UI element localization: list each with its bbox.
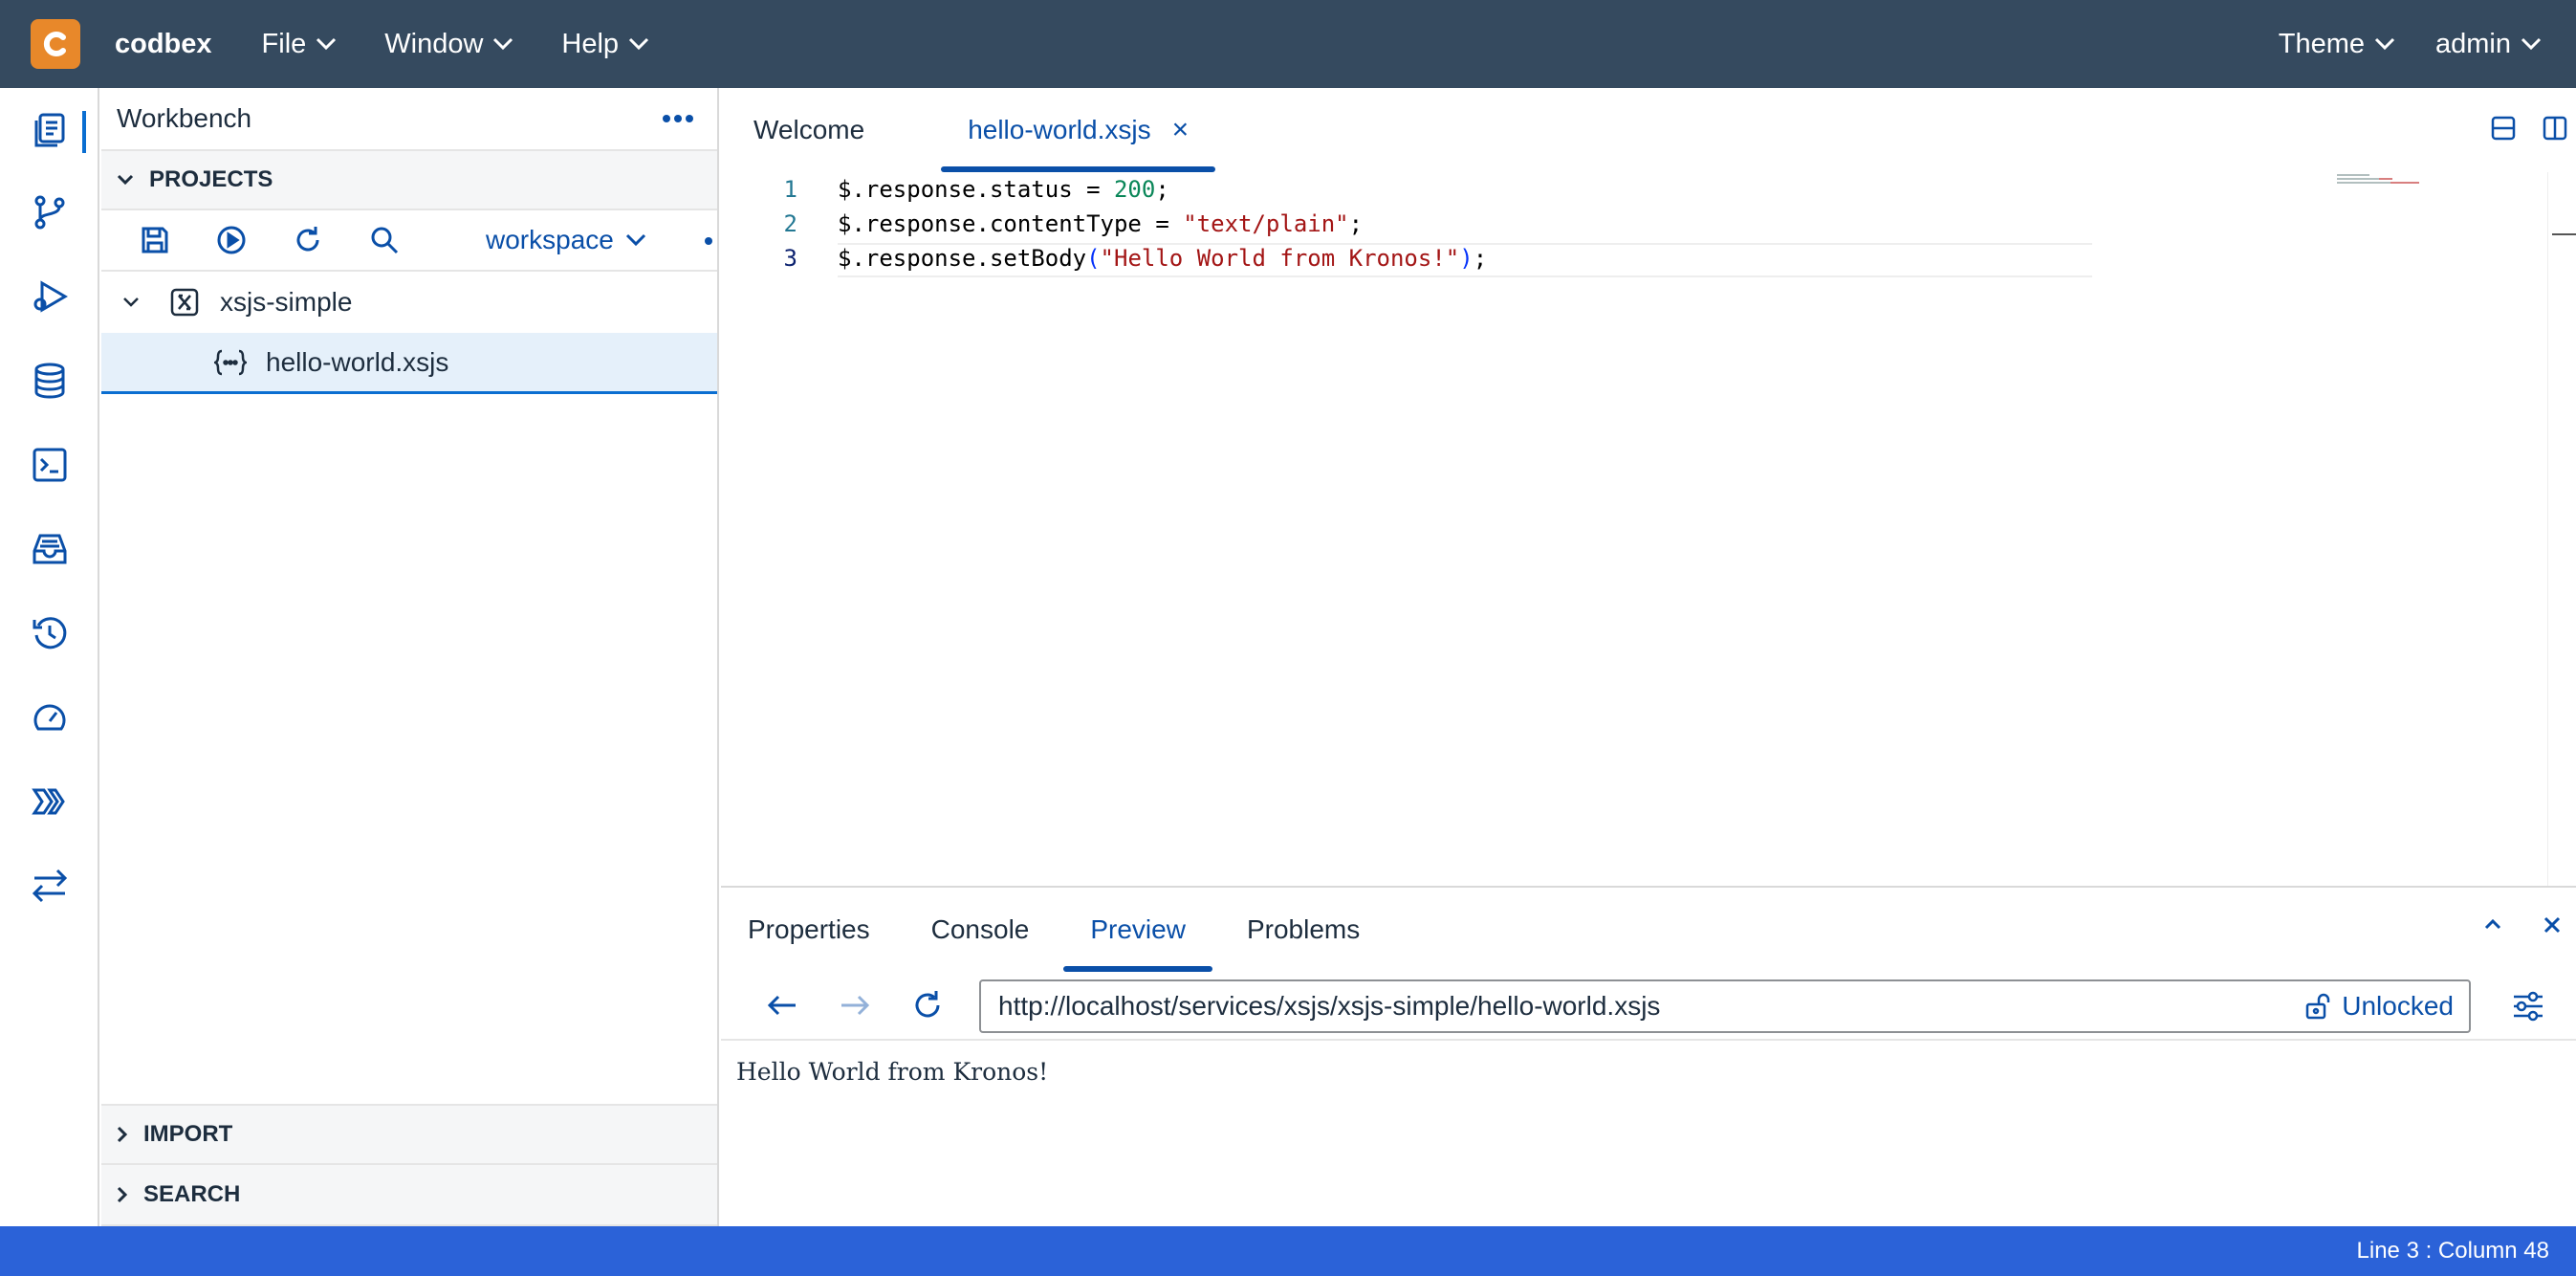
forward-button[interactable] — [828, 979, 882, 1032]
explorer-icon[interactable] — [0, 92, 99, 168]
arrow-right-icon — [841, 995, 870, 1016]
scroll-cursor-marker — [2552, 233, 2576, 235]
code-line[interactable]: $.response.status = 200; — [838, 176, 1169, 203]
bottom-tab-bar: Properties Console Preview Problems — [721, 888, 2576, 972]
refresh-button[interactable] — [281, 213, 335, 267]
minimap[interactable] — [2333, 172, 2429, 186]
menu-file[interactable]: File — [262, 29, 338, 60]
search-section-header[interactable]: SEARCH — [101, 1165, 717, 1226]
import-section-header[interactable]: IMPORT — [101, 1104, 717, 1165]
code-file-icon — [214, 349, 247, 376]
debug-icon[interactable] — [0, 258, 99, 335]
tab-console[interactable]: Console — [905, 888, 1057, 972]
unlock-icon — [2306, 993, 2330, 1020]
editor-scrollbar[interactable] — [2547, 172, 2576, 886]
refresh-icon — [915, 991, 940, 1018]
editor-tab-bar: Welcome hello-world.xsjs × — [721, 88, 2576, 172]
arrow-left-icon — [767, 995, 796, 1016]
chevron-down-icon — [317, 37, 337, 51]
chevron-down-icon — [117, 174, 134, 186]
codbex-logo-icon[interactable] — [31, 19, 80, 69]
terminal-icon[interactable] — [0, 427, 99, 503]
cursor-position: Line 3 : Column 48 — [2356, 1238, 2549, 1264]
workbench-title: Workbench — [117, 103, 252, 133]
url-input[interactable]: http://localhost/services/xsjs/xsjs-simp… — [979, 979, 2471, 1033]
gauge-icon[interactable] — [0, 679, 99, 756]
status-bar: Line 3 : Column 48 — [0, 1226, 2576, 1276]
code-line[interactable]: $.response.setBody("Hello World from Kro… — [838, 245, 1487, 272]
bottom-panel-controls — [2482, 914, 2563, 935]
workbench-header: Workbench — [101, 88, 717, 149]
sliders-icon — [2514, 991, 2543, 1022]
topbar-right: Theme admin — [2238, 29, 2542, 60]
back-button[interactable] — [755, 979, 809, 1032]
top-bar: codbex File Window Help Theme admin — [0, 0, 2576, 88]
close-tab-icon[interactable]: × — [1172, 114, 1190, 146]
chevron-right-icon — [117, 1126, 128, 1143]
side-bottom-sections: IMPORT SEARCH — [101, 1104, 717, 1226]
preview-output: Hello World from Kronos! — [736, 1058, 1049, 1086]
tab-properties[interactable]: Properties — [721, 888, 897, 972]
tree-item-project[interactable]: xsjs-simple — [101, 272, 717, 333]
user-menu[interactable]: admin — [2435, 29, 2542, 60]
brand-name: codbex — [115, 28, 212, 59]
line-number: 3 — [783, 245, 797, 272]
line-number: 2 — [783, 210, 797, 237]
save-button[interactable] — [128, 213, 182, 267]
tab-problems[interactable]: Problems — [1220, 888, 1386, 972]
search-button[interactable] — [358, 213, 411, 267]
chevron-down-icon — [629, 37, 649, 51]
code-editor[interactable]: 1 $.response.status = 200; 2 $.response.… — [721, 172, 2576, 886]
database-icon[interactable] — [0, 342, 99, 419]
chevron-down-icon — [625, 233, 645, 247]
layout-controls — [2490, 115, 2568, 142]
chevron-down-icon — [2374, 37, 2395, 51]
project-icon — [170, 288, 199, 317]
close-panel-icon[interactable] — [2542, 914, 2563, 935]
line-number: 1 — [783, 176, 797, 203]
tree-item-file[interactable]: hello-world.xsjs — [101, 333, 717, 394]
code-line[interactable]: $.response.contentType = "text/plain"; — [838, 210, 1363, 237]
projects-toolbar: workspace — [101, 210, 717, 272]
split-vertical-icon[interactable] — [2542, 115, 2568, 142]
chevron-up-icon[interactable] — [2482, 914, 2503, 935]
history-icon[interactable] — [0, 595, 99, 671]
theme-menu[interactable]: Theme — [2279, 29, 2395, 60]
menu-window[interactable]: Window — [384, 29, 513, 60]
tab-hello-world[interactable]: hello-world.xsjs × — [941, 88, 1216, 172]
side-panel: Workbench PROJECTS workspace xsjs-simple… — [101, 88, 719, 1226]
chevron-down-icon — [123, 297, 139, 307]
pipeline-icon[interactable] — [0, 763, 99, 840]
chevron-down-icon — [493, 37, 513, 51]
bottom-panel: Properties Console Preview Problems http… — [721, 886, 2576, 1226]
git-icon[interactable] — [0, 174, 99, 251]
chevron-right-icon — [117, 1186, 128, 1203]
more-options-icon[interactable] — [704, 236, 717, 246]
tab-preview[interactable]: Preview — [1063, 888, 1212, 972]
activity-bar — [0, 88, 99, 1226]
preview-settings-button[interactable] — [2501, 979, 2555, 1033]
projects-section-header[interactable]: PROJECTS — [101, 149, 717, 210]
transfer-icon[interactable] — [0, 847, 99, 924]
workspace-select[interactable]: workspace — [486, 225, 646, 255]
run-button[interactable] — [205, 213, 258, 267]
chevron-down-icon — [2521, 37, 2542, 51]
preview-navbar: http://localhost/services/xsjs/xsjs-simp… — [721, 972, 2576, 1041]
tab-welcome[interactable]: Welcome — [727, 88, 891, 172]
split-horizontal-icon[interactable] — [2490, 115, 2517, 142]
reload-button[interactable] — [901, 979, 954, 1032]
menu-help[interactable]: Help — [561, 29, 649, 60]
lock-toggle[interactable]: Unlocked — [2303, 991, 2454, 1022]
more-options-icon[interactable] — [662, 114, 694, 123]
inbox-icon[interactable] — [0, 511, 99, 587]
